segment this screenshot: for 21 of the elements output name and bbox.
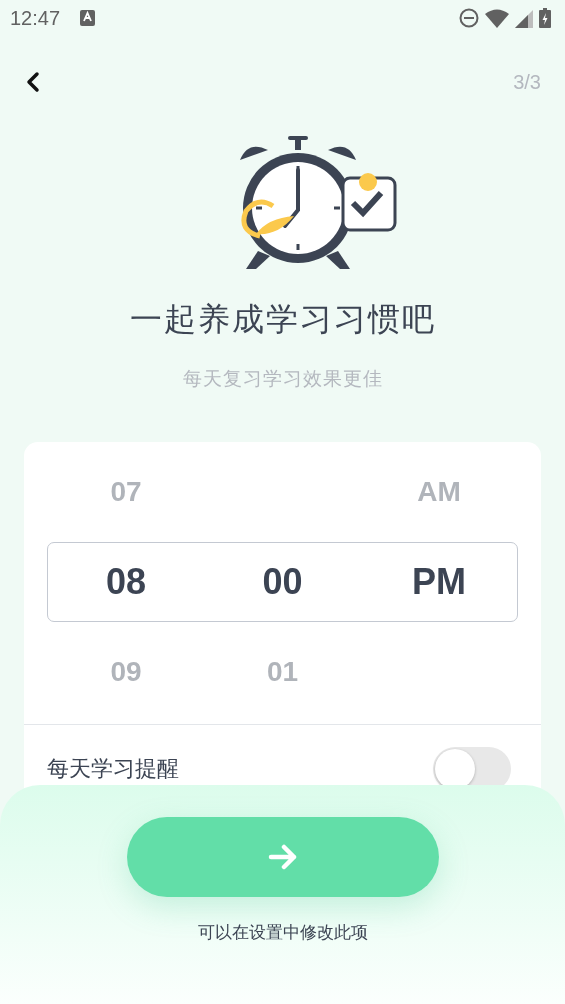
picker-value[interactable]: PM [412, 542, 466, 622]
page-subtitle: 每天复习学习效果更佳 [182, 366, 383, 391]
settings-note: 可以在设置中修改此项 [197, 921, 368, 944]
step-counter: 3/3 [513, 70, 541, 94]
signal-icon [515, 8, 533, 28]
do-not-disturb-icon [459, 8, 479, 28]
keyboard-icon [80, 10, 96, 26]
arrow-right-icon [267, 844, 298, 870]
picker-option[interactable]: 09 [110, 622, 142, 722]
picker-value[interactable]: 08 [105, 542, 146, 622]
picker-option[interactable]: 07 [110, 442, 142, 542]
picker-value[interactable]: 00 [262, 542, 303, 622]
wifi-icon [485, 8, 509, 28]
page-title: 一起养成学习习惯吧 [129, 299, 436, 340]
back-icon [26, 71, 40, 93]
picker-option[interactable]: AM [417, 442, 461, 542]
back-button[interactable] [24, 69, 42, 95]
reminder-label: 每天学习提醒 [47, 755, 179, 783]
battery-icon [539, 8, 551, 28]
status-time: 12:47 [10, 6, 61, 30]
picker-option[interactable]: 01 [266, 622, 299, 722]
